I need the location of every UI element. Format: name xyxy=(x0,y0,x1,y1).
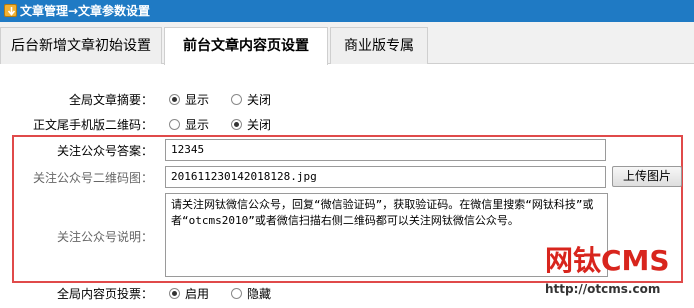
otcms-logo: 网钛CMS xyxy=(545,244,670,277)
otcms-url: http://otcms.com xyxy=(545,282,661,296)
qrcode-label: 正文尾手机版二维码： xyxy=(32,118,153,132)
title-bar: 文章管理→文章参数设置 xyxy=(0,0,694,22)
tab-backend-init[interactable]: 后台新增文章初始设置 xyxy=(0,27,162,64)
summary-label: 全局文章摘要： xyxy=(68,93,153,107)
tab-frontend-content[interactable]: 前台文章内容页设置 xyxy=(164,27,328,65)
summary-show-radio[interactable] xyxy=(169,94,180,105)
otcms-watermark: 网钛CMS http://otcms.com xyxy=(545,244,685,304)
page-title: 文章管理→文章参数设置 xyxy=(20,4,151,18)
qrcode-show-label: 显示 xyxy=(185,118,210,132)
arrow-down-icon xyxy=(4,4,17,17)
upload-image-button[interactable]: 上传图片 xyxy=(612,166,682,187)
qrcode-show-radio[interactable] xyxy=(169,119,180,130)
qrcode-close-radio[interactable] xyxy=(231,119,242,130)
summary-show-label: 显示 xyxy=(185,93,210,107)
qrimage-input[interactable]: 201611230142018128.jpg xyxy=(165,166,606,188)
answer-label: 关注公众号答案： xyxy=(56,144,153,158)
answer-input[interactable]: 12345 xyxy=(165,139,606,161)
vote-label: 全局内容页投票： xyxy=(56,287,153,301)
vote-enable-label: 启用 xyxy=(185,287,210,301)
desc-textarea[interactable]: 请关注网钛微信公众号，回复“微信验证码”，获取验证码。在微信里搜索“网钛科技”或… xyxy=(165,193,608,277)
summary-close-label: 关闭 xyxy=(247,93,272,107)
summary-close-radio[interactable] xyxy=(231,94,242,105)
vote-enable-radio[interactable] xyxy=(169,288,180,299)
desc-label: 关注公众号说明： xyxy=(56,230,153,244)
tab-bar: 后台新增文章初始设置 前台文章内容页设置 商业版专属 xyxy=(0,22,694,65)
vote-hide-radio[interactable] xyxy=(231,288,242,299)
qrcode-close-label: 关闭 xyxy=(247,118,272,132)
vote-hide-label: 隐藏 xyxy=(247,287,272,301)
tab-commercial[interactable]: 商业版专属 xyxy=(330,27,428,64)
qrimage-label: 关注公众号二维码图： xyxy=(32,171,153,185)
